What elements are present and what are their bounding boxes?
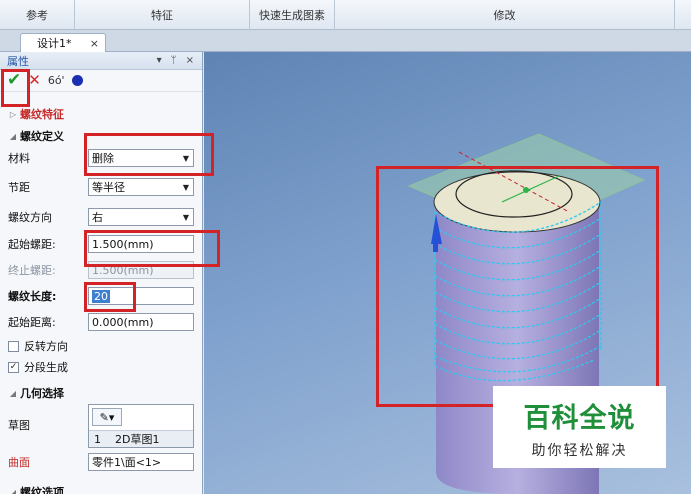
sketch-label: 草图 [8, 419, 30, 432]
pitch-select[interactable]: 等半径 [88, 178, 194, 196]
ribbon-group-feature[interactable]: 特征 [75, 0, 250, 30]
annotation-box-material [84, 133, 214, 176]
ribbon-group-bar: 参考 特征 快速生成图素 修改 [0, 0, 691, 30]
checkbox-label: 反转方向 [24, 340, 68, 353]
section-geometry-selection[interactable]: ◢ 几何选择 [0, 385, 202, 401]
section-title: 螺纹特征 [20, 108, 64, 121]
ribbon-group-quick-shapes[interactable]: 快速生成图素 [250, 0, 335, 30]
sketch-item-index: 1 [94, 432, 101, 446]
panel-title-bar: 属性 ▾ ᛘ × [0, 52, 202, 70]
sketch-pick-icon[interactable]: ✎▾ [92, 408, 122, 426]
tab-design1[interactable]: 设计1* × [20, 33, 106, 52]
close-icon[interactable]: × [90, 37, 99, 50]
expanded-triangle-icon: ◢ [9, 131, 17, 141]
segment-generate-checkbox[interactable]: ✓ 分段生成 [8, 359, 68, 375]
pin-icon[interactable]: ᛘ [171, 55, 177, 66]
panel-toolbar: ✔ ✕ 6ó' [0, 70, 202, 92]
start-pitch-label: 起始螺距: [8, 238, 56, 251]
end-pitch-label: 终止螺距: [8, 264, 56, 277]
surface-label: 曲面 [8, 456, 30, 469]
ribbon-group-reference[interactable]: 参考 [0, 0, 75, 30]
expanded-triangle-icon: ◢ [9, 388, 17, 398]
checkbox-box[interactable] [8, 340, 19, 352]
section-thread-options[interactable]: ◢ 螺纹选项 [0, 484, 202, 494]
cancel-x-icon[interactable]: ✕ [28, 73, 41, 88]
sketch-selector[interactable]: ✎▾ 1 2D草图1 [88, 404, 194, 448]
document-tab-strip: 设计1* × [0, 30, 691, 52]
direction-select[interactable]: 右 [88, 208, 194, 226]
ribbon-group-modify[interactable]: 修改 [335, 0, 675, 30]
watermark: 百科全说 助你轻松解决 [493, 386, 666, 468]
material-label: 材料 [8, 152, 30, 165]
expanded-triangle-icon: ◢ [9, 487, 17, 494]
property-panel: 属性 ▾ ᛘ × ✔ ✕ 6ó' ▷ 螺纹特征 ◢ 螺纹定义 材料 删除 节距 … [0, 52, 203, 494]
sketch-list-item[interactable]: 1 2D草图1 [89, 430, 193, 447]
annotation-box-viewport [376, 166, 659, 407]
start-distance-input[interactable]: 0.000(mm) [88, 313, 194, 331]
help-dot-icon[interactable] [71, 75, 83, 86]
section-thread-feature[interactable]: ▷ 螺纹特征 [0, 106, 202, 122]
reverse-direction-checkbox[interactable]: 反转方向 [8, 338, 68, 354]
checkbox-label: 分段生成 [24, 361, 68, 374]
preview-glasses-icon[interactable]: 6ó' [48, 74, 65, 87]
panel-title: 属性 [7, 54, 29, 68]
watermark-title: 百科全说 [523, 403, 636, 434]
section-title: 螺纹选项 [20, 486, 64, 494]
dropdown-icon[interactable]: ▾ [157, 55, 162, 66]
tab-label: 设计1* [37, 37, 72, 50]
panel-close-icon[interactable]: × [186, 55, 194, 66]
section-title: 螺纹定义 [20, 130, 64, 143]
pitch-label: 节距 [8, 181, 30, 194]
start-distance-label: 起始距离: [8, 316, 56, 329]
thread-length-label: 螺纹长度: [8, 290, 57, 303]
sketch-item-name: 2D草图1 [115, 433, 160, 446]
watermark-subtitle: 助你轻松解决 [531, 443, 628, 459]
annotation-box-length [84, 282, 136, 312]
annotation-box-confirm [1, 69, 30, 107]
collapsed-triangle-icon: ▷ [9, 109, 17, 119]
annotation-box-start-pitch [84, 230, 220, 267]
section-title: 几何选择 [20, 387, 64, 400]
checkbox-box[interactable]: ✓ [8, 361, 19, 373]
direction-label: 螺纹方向 [8, 211, 52, 224]
surface-input[interactable]: 零件1\面<1> [88, 453, 194, 471]
